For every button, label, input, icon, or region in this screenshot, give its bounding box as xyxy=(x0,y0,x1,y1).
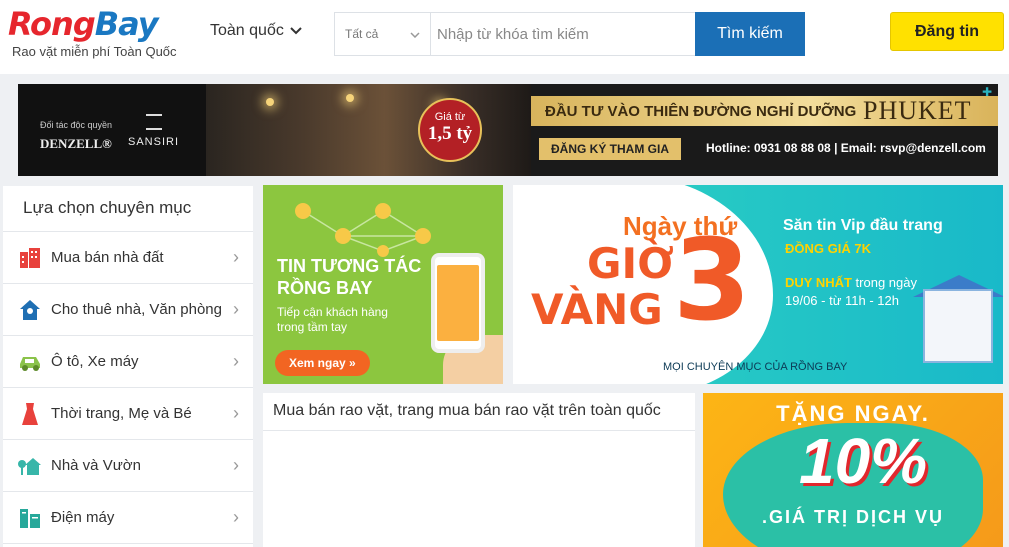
sidebar-item-label: Thời trang, Mẹ và Bé xyxy=(51,405,192,422)
golden-hour-number: 3 xyxy=(673,216,751,346)
banner-price-badge: Giá từ 1,5 tỷ xyxy=(418,98,482,162)
sidebar-item-home-garden[interactable]: Nhà và Vườn › xyxy=(3,440,253,492)
phone-icon xyxy=(431,253,485,353)
banner-headline: ĐẦU TƯ VÀO THIÊN ĐƯỜNG NGHỈ DƯỠNG PHUKET xyxy=(531,96,998,126)
region-selector[interactable]: Toàn quốc xyxy=(210,22,302,40)
search-bar: Tất cả xyxy=(334,12,696,56)
vip-time: 19/06 - từ 11h - 12h xyxy=(785,293,899,308)
dress-icon xyxy=(17,401,43,427)
region-label: Toàn quốc xyxy=(210,22,284,39)
chevron-right-icon: › xyxy=(233,507,239,527)
garden-house-icon xyxy=(17,453,43,479)
interactive-ads-banner[interactable]: TIN TƯƠNG TÁC RỒNG BAY Tiếp cận khách hà… xyxy=(263,185,503,384)
lamp-light xyxy=(266,98,274,106)
logo-rong: Rong xyxy=(8,5,96,43)
sidebar-title: Lựa chọn chuyên mục xyxy=(3,186,253,232)
appliance-icon xyxy=(17,505,43,531)
top-ad-banner[interactable]: Đối tác độc quyền DENZELL® SANSIRI Giá t… xyxy=(18,84,998,176)
page-title: Mua bán rao vặt, trang mua bán rao vặt t… xyxy=(263,393,695,431)
logo-tagline: Rao vặt miễn phí Toàn Quốc xyxy=(12,44,177,59)
chevron-right-icon: › xyxy=(233,403,239,423)
vip-only-highlight: DUY NHẤT xyxy=(785,275,852,290)
house-icon xyxy=(17,297,43,323)
lamp-light xyxy=(346,94,354,102)
sidebar-item-real-estate[interactable]: Mua bán nhà đất › xyxy=(3,232,253,284)
discount-footer: .GIÁ TRỊ DỊCH VỤ xyxy=(761,507,944,527)
banner-copy-block: ĐẦU TƯ VÀO THIÊN ĐƯỜNG NGHỈ DƯỠNG PHUKET… xyxy=(531,84,998,176)
chevron-right-icon: › xyxy=(233,455,239,475)
banner-brand-block: Đối tác độc quyền DENZELL® SANSIRI xyxy=(18,84,206,176)
sidebar-item-label: Mua bán nhà đất xyxy=(51,249,164,266)
price-prefix: Giá từ xyxy=(434,111,466,123)
sidebar-item-fashion[interactable]: Thời trang, Mẹ và Bé › xyxy=(3,388,253,440)
chevron-right-icon: › xyxy=(233,351,239,371)
main-content-panel: Mua bán rao vặt, trang mua bán rao vặt t… xyxy=(263,393,695,547)
phone-screen xyxy=(437,265,479,341)
chevron-right-icon: › xyxy=(233,247,239,267)
banner-headline-place: PHUKET xyxy=(863,96,972,125)
car-icon xyxy=(17,349,43,375)
sidebar-item-label: Nhà và Vườn xyxy=(51,457,141,474)
banner-partner-text: Đối tác độc quyền xyxy=(40,120,113,130)
green-banner-sub-line1: Tiếp cận khách hàng xyxy=(277,305,388,319)
sidebar-item-rental[interactable]: Cho thuê nhà, Văn phòng › xyxy=(3,284,253,336)
sansiri-logo-icon xyxy=(146,114,162,130)
banner-register-button[interactable]: ĐĂNG KÝ THAM GIA xyxy=(539,138,681,160)
golden-hour-gio: GIỜ xyxy=(587,239,674,288)
search-button[interactable]: Tìm kiếm xyxy=(695,12,805,56)
sidebar-item-label: Cho thuê nhà, Văn phòng xyxy=(51,301,222,318)
green-banner-title-line1: TIN TƯƠNG TÁC xyxy=(277,256,422,276)
vip-only-line: DUY NHẤT trong ngày xyxy=(785,275,917,290)
banner-contact: Hotline: 0931 08 88 08 | Email: rsvp@den… xyxy=(706,141,986,155)
green-banner-sub-line2: trong tầm tay xyxy=(277,320,348,334)
golden-hour-banner[interactable]: Ngày thứ GIỜ VÀNG 3 Săn tin Vip đầu tran… xyxy=(513,185,1003,384)
banner-headline-text: ĐẦU TƯ VÀO THIÊN ĐƯỜNG NGHỈ DƯỠNG xyxy=(545,103,857,120)
logo-bay: Bay xyxy=(94,5,159,43)
site-header: RongBay Rao vặt miễn phí Toàn Quốc Toàn … xyxy=(0,0,1009,74)
vip-price: ĐỒNG GIÁ 7K xyxy=(785,241,871,256)
ad-choices-icon[interactable]: ✚ xyxy=(982,86,994,98)
banner-brand-denzell: DENZELL® xyxy=(40,136,112,151)
chevron-down-icon xyxy=(290,22,302,40)
network-illustration xyxy=(295,203,431,257)
golden-hour-footer: MỌI CHUYÊN MỤC CỦA RỒNG BAY xyxy=(663,361,848,373)
sidebar-item-label: Ô tô, Xe máy xyxy=(51,353,139,370)
category-sidebar: Lựa chọn chuyên mục Mua bán nhà đất › Ch… xyxy=(3,186,253,547)
sidebar-item-label: Điện máy xyxy=(51,509,115,526)
vip-only-rest: trong ngày xyxy=(851,275,917,290)
chevron-down-icon xyxy=(410,27,420,41)
house-illustration xyxy=(923,289,993,363)
discount-headline: TẶNG NGAY. xyxy=(776,401,930,426)
view-now-button[interactable]: Xem ngay » xyxy=(275,350,370,376)
search-category-select[interactable]: Tất cả xyxy=(335,13,431,55)
vip-headline: Săn tin Vip đầu trang xyxy=(783,217,943,234)
green-banner-subtitle: Tiếp cận khách hàng trong tầm tay xyxy=(277,305,388,335)
price-value: 1,5 tỷ xyxy=(427,123,473,144)
discount-banner[interactable]: TẶNG NGAY. 10% .GIÁ TRỊ DỊCH VỤ xyxy=(703,393,1003,547)
sidebar-item-vehicles[interactable]: Ô tô, Xe máy › xyxy=(3,336,253,388)
logo[interactable]: RongBay Rao vặt miễn phí Toàn Quốc xyxy=(8,6,177,59)
search-input[interactable] xyxy=(431,13,696,55)
search-category-label: Tất cả xyxy=(345,27,379,41)
banner-interior-photo xyxy=(206,84,531,176)
discount-percent: 10% xyxy=(799,425,928,497)
chevron-right-icon: › xyxy=(233,299,239,319)
green-banner-title: TIN TƯƠNG TÁC RỒNG BAY xyxy=(277,255,421,299)
logo-wordmark: RongBay xyxy=(8,6,177,42)
building-icon xyxy=(17,245,43,271)
golden-hour-vang: VÀNG xyxy=(531,285,663,334)
green-banner-title-line2: RỒNG BAY xyxy=(277,278,373,298)
post-ad-button[interactable]: Đăng tin xyxy=(890,12,1004,51)
banner-brand-sansiri: SANSIRI xyxy=(128,136,180,148)
sidebar-item-appliances[interactable]: Điện máy › xyxy=(3,492,253,544)
